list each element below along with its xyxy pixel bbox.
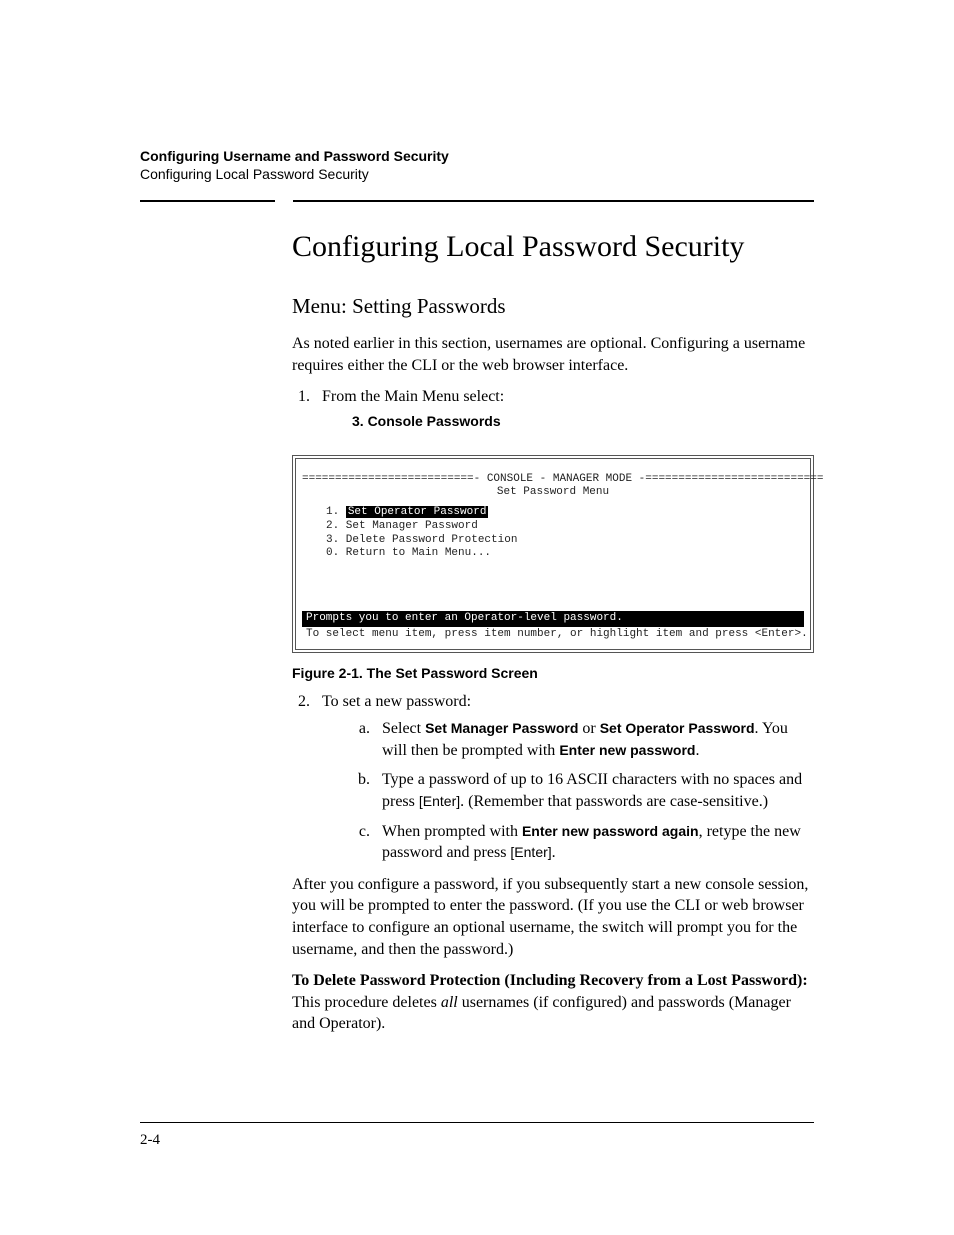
- step-1-menu-label: 3. Console Passwords: [352, 412, 814, 431]
- rule-short: [140, 200, 275, 202]
- step-1: From the Main Menu select: 3. Console Pa…: [314, 386, 814, 430]
- substep-a-bold3: Enter new password: [559, 742, 695, 758]
- delete-body-em: all: [441, 994, 458, 1011]
- delete-body-pre: This procedure deletes: [292, 994, 441, 1011]
- section-subtitle: Menu: Setting Passwords: [292, 294, 814, 319]
- substep-a-bold2: Set Operator Password: [600, 720, 755, 736]
- console-menu-0: 0. Return to Main Menu...: [326, 547, 491, 559]
- header-rules: [140, 200, 814, 202]
- substep-a-bold1: Set Manager Password: [425, 720, 578, 736]
- substep-b-key: [Enter]: [419, 793, 460, 809]
- substep-b: Type a password of up to 16 ASCII charac…: [374, 769, 814, 812]
- substep-c-post: .: [552, 844, 556, 861]
- console-prompt: Prompts you to enter an Operator-level p…: [302, 611, 804, 627]
- console-instruction: To select menu item, press item number, …: [302, 627, 804, 643]
- substep-list: Select Set Manager Password or Set Opera…: [322, 718, 814, 864]
- console-menu-1-highlight: Set Operator Password: [346, 506, 489, 518]
- page: Configuring Username and Password Securi…: [0, 0, 954, 1235]
- delete-lead: To Delete Password Protection (Including…: [292, 972, 808, 989]
- console-menu-2: 2. Set Manager Password: [326, 520, 478, 532]
- running-header: Configuring Username and Password Securi…: [140, 148, 814, 182]
- console-banner-bar: ==========================- CONSOLE - MA…: [302, 473, 804, 487]
- console-menu-1-num: 1.: [326, 506, 346, 518]
- rule-long: [293, 200, 814, 202]
- delete-paragraph: To Delete Password Protection (Including…: [292, 970, 814, 1035]
- substep-a-post2: .: [695, 742, 699, 759]
- page-number: 2-4: [140, 1132, 160, 1149]
- header-section: Configuring Local Password Security: [140, 166, 814, 182]
- substep-c: When prompted with Enter new password ag…: [374, 821, 814, 864]
- figure-caption: Figure 2-1. The Set Password Screen: [292, 665, 814, 681]
- step-1-text: From the Main Menu select:: [322, 388, 504, 405]
- substep-a-mid: or: [578, 720, 599, 737]
- after-paragraph: After you configure a password, if you s…: [292, 874, 814, 960]
- step-list-2: To set a new password: Select Set Manage…: [292, 691, 814, 864]
- console-menu: 1. Set Operator Password 2. Set Manager …: [326, 506, 804, 561]
- step-2-text: To set a new password:: [322, 693, 471, 710]
- intro-paragraph: As noted earlier in this section, userna…: [292, 333, 814, 376]
- console-banner-title: Set Password Menu: [302, 486, 804, 500]
- step-list: From the Main Menu select: 3. Console Pa…: [292, 386, 814, 430]
- step-2: To set a new password: Select Set Manage…: [314, 691, 814, 864]
- footer-rule: [140, 1122, 814, 1123]
- substep-b-post: . (Remember that passwords are case-sens…: [460, 793, 768, 810]
- substep-c-key: [Enter]: [510, 844, 551, 860]
- content: Configuring Local Password Security Menu…: [292, 230, 814, 1035]
- header-chapter: Configuring Username and Password Securi…: [140, 148, 814, 164]
- console-menu-3: 3. Delete Password Protection: [326, 534, 517, 546]
- substep-a: Select Set Manager Password or Set Opera…: [374, 718, 814, 761]
- substep-c-pre: When prompted with: [382, 823, 522, 840]
- page-title: Configuring Local Password Security: [292, 230, 814, 264]
- substep-c-bold1: Enter new password again: [522, 823, 699, 839]
- console-screenshot: ==========================- CONSOLE - MA…: [292, 455, 814, 653]
- substep-a-pre: Select: [382, 720, 425, 737]
